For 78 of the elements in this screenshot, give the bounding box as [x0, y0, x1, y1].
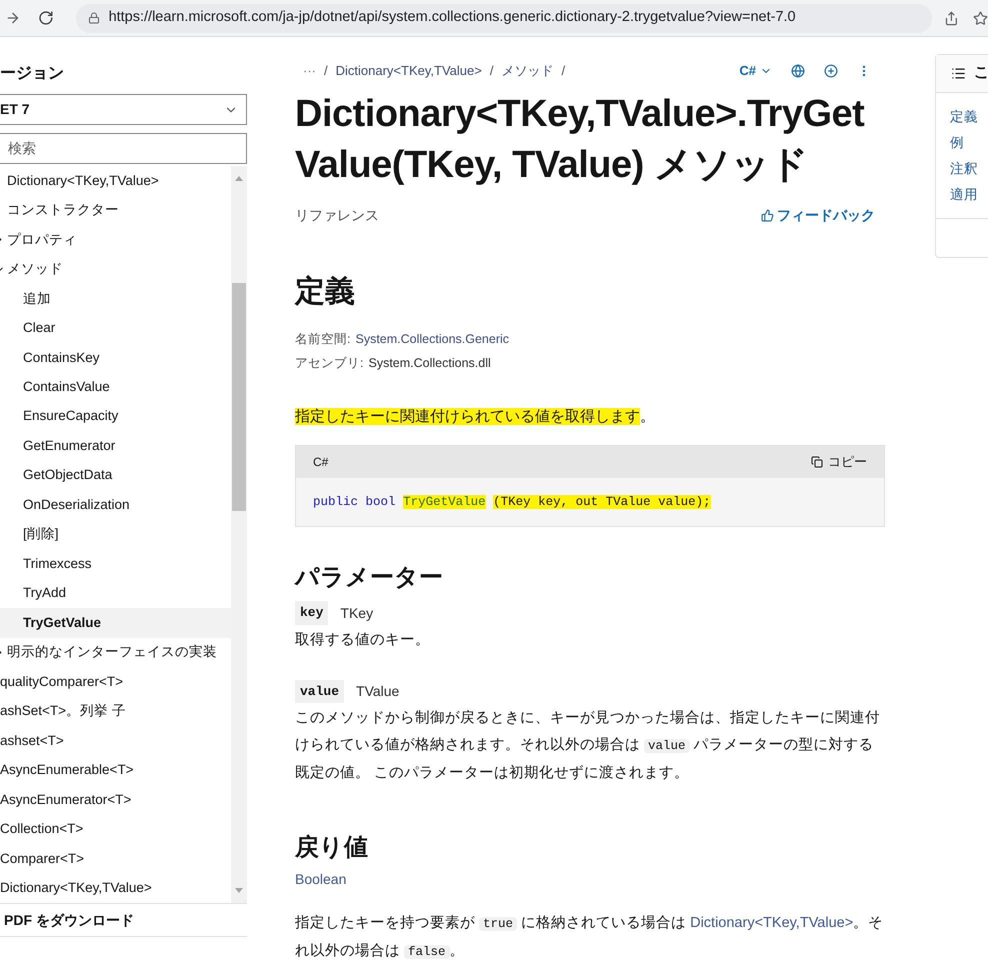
nav-item[interactable]: Dictionary<TKey,TValue> [0, 874, 231, 904]
parameter-description: このメソッドから制御が戻るときに、キーが見つかった場合は、指定したキーに関連付けられている値が格納されます。それ以外の場合は value パラメーターの型に対する既定の値。 このパラメーターは初期化せずに渡されます。 [295, 708, 881, 784]
parameter-name: key [295, 601, 328, 625]
url-text: https://learn.microsoft.com/ja-jp/dotnet/api/system.collections.generic.dictionary-2.trygetvalue?view=net-7.0 [108, 8, 796, 28]
breadcrumb-link[interactable]: メソッド [501, 61, 554, 80]
type-link[interactable]: Dictionary<TKey,TValue> [690, 915, 854, 932]
breadcrumb-link[interactable]: Dictionary<TKey,TValue> [336, 61, 482, 80]
breadcrumb-separator: / [561, 62, 566, 80]
breadcrumb-separator: / [324, 62, 328, 80]
nav-item[interactable]: Dictionary<TKey,TValue> [0, 166, 231, 196]
nav-item[interactable]: Comparer<T> [0, 844, 231, 874]
section-heading: 戻り値 [295, 833, 369, 864]
doc-type-label: リファレンス [295, 206, 379, 224]
search-field[interactable]: 検索 [0, 133, 247, 164]
feedback-button[interactable]: フィードバック [761, 204, 885, 226]
nav-item[interactable]: 明示的なインターフェイスの実装 [0, 638, 231, 668]
share-icon[interactable] [944, 10, 959, 26]
parameter-description: 取得する値のキー。 [295, 630, 431, 650]
parameter-type: TValue [356, 682, 400, 701]
field-value-link[interactable]: System.Collections.dll [368, 354, 491, 373]
nav-item[interactable]: Clear [0, 313, 231, 343]
nav-item[interactable]: TryAdd [0, 578, 231, 608]
nav-item[interactable]: TryGetValue [0, 608, 231, 638]
return-type-link[interactable]: Boolean [295, 869, 346, 890]
nav-item[interactable]: GetEnumerator [0, 431, 231, 461]
star-icon[interactable] [973, 10, 988, 26]
nav-item[interactable]: qualityComparer<T> [0, 667, 231, 697]
forward-icon[interactable] [5, 10, 21, 26]
more-breadcrumbs-button[interactable]: ··· [295, 61, 316, 80]
nav-item[interactable]: Trimexcess [0, 549, 231, 579]
code-language: C# [313, 454, 328, 470]
nav-item[interactable]: EnsureCapacity [0, 402, 231, 432]
section-heading: パラメーター [295, 563, 444, 594]
scrollbar[interactable] [231, 166, 247, 903]
scrollbar-thumb[interactable] [232, 283, 246, 511]
lock-icon [88, 12, 100, 24]
breadcrumb-separator: / [490, 62, 494, 80]
nav-item[interactable]: Collection<T> [0, 814, 231, 844]
globe-icon[interactable] [791, 64, 805, 78]
nav-item[interactable]: ashSet<T>。列挙 子 [0, 696, 231, 726]
toc-heading: こ [974, 63, 988, 84]
language-select[interactable]: C# [739, 61, 772, 80]
toc-link[interactable]: 適用 [950, 185, 988, 205]
download-pdf-link[interactable]: PDF をダウンロード [0, 910, 134, 930]
version-select[interactable]: ET 7 [0, 94, 247, 125]
nav-item[interactable]: AsyncEnumerator<T> [0, 785, 231, 815]
copy-button[interactable]: コピー [811, 452, 867, 472]
sidebar-heading: ージョン [0, 64, 65, 84]
search-input[interactable]: 検索 [8, 138, 246, 159]
nav-item[interactable]: ContainsKey [0, 342, 231, 372]
code-line: public bool TryGetValue (TKey key, out TValue value); [312, 494, 712, 510]
copy-icon [811, 456, 823, 468]
list-icon [951, 66, 966, 81]
reload-icon[interactable] [38, 10, 54, 26]
toc-link[interactable]: 例 [950, 133, 988, 153]
nav-item[interactable]: プロパティ [0, 224, 231, 254]
toc-link[interactable]: 定義 [950, 107, 988, 127]
return-description: 指定したキーを持つ要素が true に格納されている場合は Dictionary<TKey,TValue>。それ以外の場合は false 。 [295, 914, 884, 962]
nav-item[interactable]: OnDeserialization [0, 490, 231, 520]
nav-item[interactable]: メソッド [0, 254, 231, 284]
page-title: Dictionary<TKey,TValue>.TryGetValue(TKey, TValue) メソッド [295, 92, 866, 188]
field-label: 名前空間: [295, 330, 350, 348]
nav-item[interactable]: AsyncEnumerable<T> [0, 756, 231, 786]
nav-item[interactable]: [削除] [0, 520, 231, 550]
thumbs-up-icon [761, 208, 774, 222]
field-label: アセンブリ: [295, 355, 364, 372]
nav-item[interactable]: GetObjectData [0, 460, 231, 490]
nav-item[interactable]: コンストラクター [0, 195, 231, 225]
toc-link[interactable]: 注釈 [950, 159, 988, 179]
address-bar[interactable]: https://learn.microsoft.com/ja-jp/dotnet/api/system.collections.generic.dictionary-2.trygetvalue?view=net-7.0 [76, 4, 932, 32]
nav-item[interactable]: 追加 [0, 284, 231, 314]
nav-item[interactable]: ContainsValue [0, 372, 231, 402]
parameter-name: value [295, 680, 344, 704]
add-icon[interactable] [824, 64, 838, 78]
nav-item[interactable]: ashset<T> [0, 726, 231, 756]
parameter-type: TKey [340, 604, 374, 623]
field-value-link[interactable]: System.Collections.Generic [355, 330, 510, 348]
section-heading: 定義 [295, 274, 356, 310]
